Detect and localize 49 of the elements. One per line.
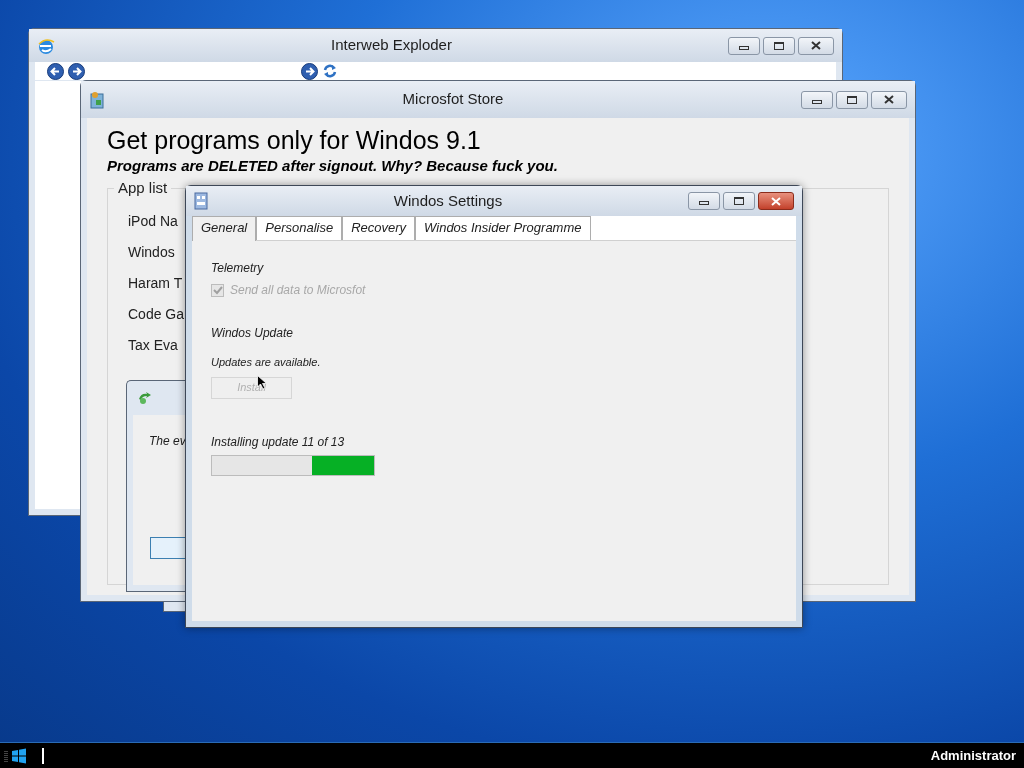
maximize-icon [774,41,784,50]
maximize-button[interactable] [723,192,755,210]
forward-icon[interactable] [68,62,85,80]
settings-app-icon [194,192,208,210]
close-icon [811,41,821,50]
taskbar-separator [42,747,44,764]
window-title: Microsfot Store [401,89,505,110]
close-button[interactable] [871,90,907,109]
tab[interactable]: Recovery [342,216,416,240]
close-button[interactable] [798,36,834,55]
maximize-icon [734,197,744,205]
store-icon [89,90,105,109]
maximize-icon [847,95,857,104]
close-button[interactable] [758,192,794,210]
refresh-icon[interactable] [322,63,338,79]
tab[interactable]: Personalise [256,216,343,240]
update-status: Updates are available. [211,355,322,370]
window-title: Windos Settings [392,190,504,211]
tab[interactable]: General [192,216,257,241]
close-icon [771,196,781,206]
group-label: App list [114,179,172,197]
minimize-icon [739,45,749,50]
dialog-button[interactable] [150,537,186,559]
close-icon [884,95,894,104]
minimize-button[interactable] [728,36,760,55]
maximize-button[interactable] [763,36,795,55]
store-subheading: Programs are DELETED after signout. Why? Because fuck you. [107,156,559,176]
app-list-item[interactable]: iPod Na [128,211,178,231]
minimize-icon [699,201,709,205]
minimize-button[interactable] [801,90,833,109]
back-icon[interactable] [47,62,64,80]
minimize-icon [812,99,822,104]
checkbox-label: Send all data to Microsfot [230,282,366,299]
go-icon[interactable] [301,62,318,80]
store-heading: Get programs only for Windos 9.1 [107,125,482,156]
app-list-item[interactable]: Windos [128,242,175,262]
maximize-button[interactable] [836,90,868,109]
app-list-item[interactable]: Tax Eva [128,335,178,355]
app-list-item[interactable]: Haram T [128,273,183,293]
user-name: Administrator [930,746,1017,765]
progress-label: Installing update 11 of 13 [211,433,346,451]
minimize-button[interactable] [688,192,720,210]
globe-icon [37,36,55,55]
window-title: Interweb Exploder [330,35,453,56]
section-heading: Telemetry [211,260,265,277]
section-heading: Windos Update [211,325,294,342]
app-list-item[interactable]: Code Ga [128,304,185,324]
start-button[interactable] [4,746,28,765]
tab[interactable]: Windos Insider Programme [415,216,591,240]
